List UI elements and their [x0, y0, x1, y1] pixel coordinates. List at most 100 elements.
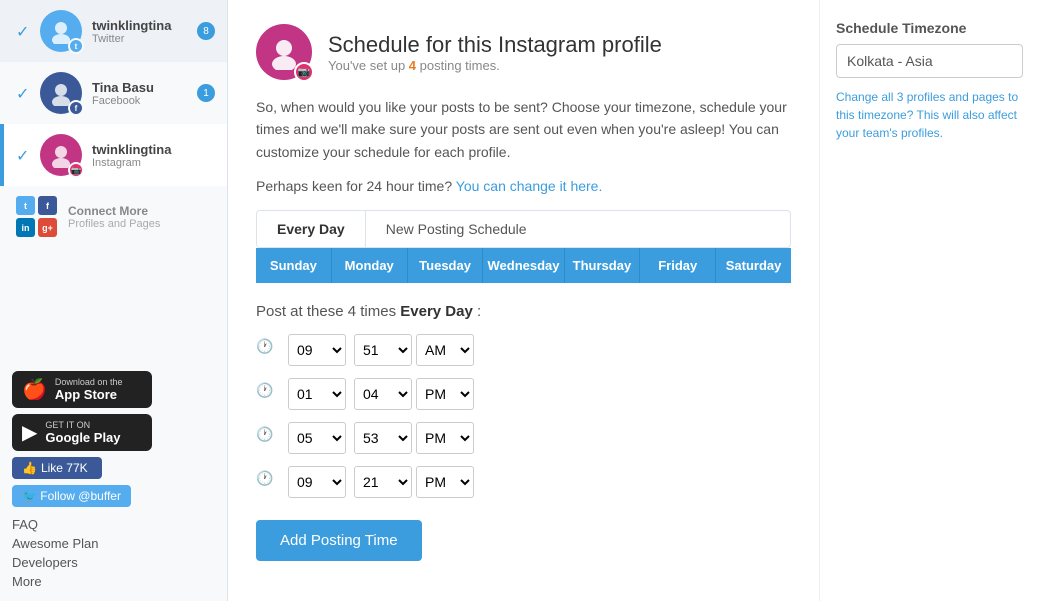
period-select-2[interactable]: PMAM [416, 378, 474, 410]
google-play-small: GET IT ON [45, 420, 120, 430]
mini-facebook-icon: f [38, 196, 57, 215]
twitter-bird-icon: 🐦 [22, 489, 37, 503]
profile-name-twitter: twinklingtina [92, 18, 193, 33]
hour-select-2[interactable]: 01 [288, 378, 346, 410]
developers-link[interactable]: Developers [12, 555, 215, 570]
google-play-text: GET IT ON Google Play [45, 420, 120, 445]
minute-select-4[interactable]: 21 [354, 466, 412, 498]
clock-icon-4: 🕐 [256, 470, 280, 494]
awesome-plan-link[interactable]: Awesome Plan [12, 536, 215, 551]
profile-network-facebook: Facebook [92, 95, 193, 107]
profile-name-facebook: Tina Basu [92, 80, 193, 95]
google-play-button[interactable]: ▶ GET IT ON Google Play [12, 414, 152, 451]
day-friday[interactable]: Friday [640, 248, 716, 283]
mini-twitter-icon: t [16, 196, 35, 215]
like-icon: 👍 [22, 461, 37, 475]
tabs-row: Every Day New Posting Schedule [256, 210, 791, 248]
avatar-wrap-instagram: 📷 [40, 134, 82, 176]
minute-select-3[interactable]: 53 [354, 422, 412, 454]
connect-title-line1: Connect More [68, 204, 160, 218]
hour-select-3[interactable]: 05 [288, 422, 346, 454]
check-icon-facebook: ✓ [16, 84, 34, 102]
schedule-title-wrap: Schedule for this Instagram profile You'… [328, 32, 662, 73]
timezone-label: Schedule Timezone [836, 20, 1023, 36]
period-select-3[interactable]: PMAM [416, 422, 474, 454]
hour-select-1[interactable]: 09 [288, 334, 346, 366]
network-badge-twitter: t [68, 38, 84, 54]
post-times-count: 4 [348, 303, 356, 320]
post-times-pre: Post at these [256, 303, 348, 320]
clock-icon-2: 🕐 [256, 382, 280, 406]
profile-network-twitter: Twitter [92, 33, 193, 45]
post-times-post: : [473, 303, 481, 320]
network-badge-facebook: f [68, 100, 84, 116]
description-2: Perhaps keen for 24 hour time? You can c… [256, 175, 791, 197]
tab-every-day[interactable]: Every Day [257, 211, 366, 247]
description-2-text: Perhaps keen for 24 hour time? [256, 178, 452, 194]
app-store-small: Download on the [55, 377, 123, 387]
network-icons-grid: t f in g+ [16, 196, 58, 238]
profile-info-twitter: twinklingtina Twitter [92, 18, 193, 45]
follow-label: Follow @buffer [40, 489, 121, 503]
posting-count: 4 [409, 58, 416, 73]
schedule-avatar: 📷 [256, 24, 312, 80]
check-icon-instagram: ✓ [16, 146, 34, 164]
sidebar-item-tina-facebook[interactable]: ✓ f Tina Basu Facebook 1 [0, 62, 227, 124]
profile-info-facebook: Tina Basu Facebook [92, 80, 193, 107]
time-row-3: 🕐 05 53 PMAM [256, 422, 791, 454]
profile-info-instagram: twinklingtina Instagram [92, 142, 215, 169]
day-tuesday[interactable]: Tuesday [408, 248, 484, 283]
day-monday[interactable]: Monday [332, 248, 408, 283]
connect-more[interactable]: t f in g+ Connect More Profiles and Page… [0, 186, 227, 248]
time-row-2: 🕐 01 04 PMAM [256, 378, 791, 410]
like-button[interactable]: 👍 Like 77K [12, 457, 102, 479]
avatar-wrap-twitter: t [40, 10, 82, 52]
instagram-badge: 📷 [294, 62, 314, 82]
day-saturday[interactable]: Saturday [716, 248, 791, 283]
count-badge-facebook: 1 [197, 84, 215, 102]
app-store-button[interactable]: 🍎 Download on the App Store [12, 371, 152, 408]
time-row-1: 🕐 09 51 AMPM [256, 334, 791, 366]
mini-gplus-icon: g+ [38, 218, 57, 237]
clock-icon-1: 🕐 [256, 338, 280, 362]
app-store-big: App Store [55, 387, 123, 402]
follow-button[interactable]: 🐦 Follow @buffer [12, 485, 131, 507]
time-row-4: 🕐 09 21 PMAM [256, 466, 791, 498]
schedule-subtitle: You've set up 4 posting times. [328, 58, 662, 73]
google-play-icon: ▶ [22, 420, 37, 445]
post-times-schedule: Every Day [400, 303, 473, 320]
minute-select-2[interactable]: 04 [354, 378, 412, 410]
faq-link[interactable]: FAQ [12, 517, 215, 532]
timezone-input[interactable] [836, 44, 1023, 78]
post-times-label: Post at these 4 times Every Day : [256, 303, 791, 320]
network-badge-instagram: 📷 [68, 162, 84, 178]
change-time-link[interactable]: You can change it here. [456, 178, 603, 194]
post-times-mid: times [356, 303, 400, 320]
connect-title-line2: Profiles and Pages [68, 218, 160, 230]
day-wednesday[interactable]: Wednesday [483, 248, 564, 283]
mini-linkedin-icon: in [16, 218, 35, 237]
subtitle-post: posting times. [416, 58, 500, 73]
more-link[interactable]: More [12, 574, 215, 589]
add-posting-time-button[interactable]: Add Posting Time [256, 520, 422, 561]
days-row: Sunday Monday Tuesday Wednesday Thursday… [256, 248, 791, 283]
like-label: Like 77K [41, 461, 88, 475]
day-thursday[interactable]: Thursday [565, 248, 641, 283]
app-store-text: Download on the App Store [55, 377, 123, 402]
apple-icon: 🍎 [22, 377, 47, 402]
avatar-wrap-facebook: f [40, 72, 82, 114]
tab-new-posting-schedule[interactable]: New Posting Schedule [366, 211, 547, 247]
schedule-header: 📷 Schedule for this Instagram profile Yo… [256, 24, 791, 80]
minute-select-1[interactable]: 51 [354, 334, 412, 366]
sidebar-item-twinklingtina-instagram[interactable]: ✓ 📷 twinklingtina Instagram [0, 124, 227, 186]
day-sunday[interactable]: Sunday [256, 248, 332, 283]
right-panel: Schedule Timezone Change all 3 profiles … [819, 0, 1039, 601]
sidebar-item-twinklingtina-twitter[interactable]: ✓ t twinklingtina Twitter 8 [0, 0, 227, 62]
description-1: So, when would you like your posts to be… [256, 96, 791, 163]
google-play-big: Google Play [45, 430, 120, 445]
period-select-4[interactable]: PMAM [416, 466, 474, 498]
timezone-change-link[interactable]: Change all 3 profiles and pages to this … [836, 88, 1023, 142]
hour-select-4[interactable]: 09 [288, 466, 346, 498]
count-badge-twitter: 8 [197, 22, 215, 40]
period-select-1[interactable]: AMPM [416, 334, 474, 366]
